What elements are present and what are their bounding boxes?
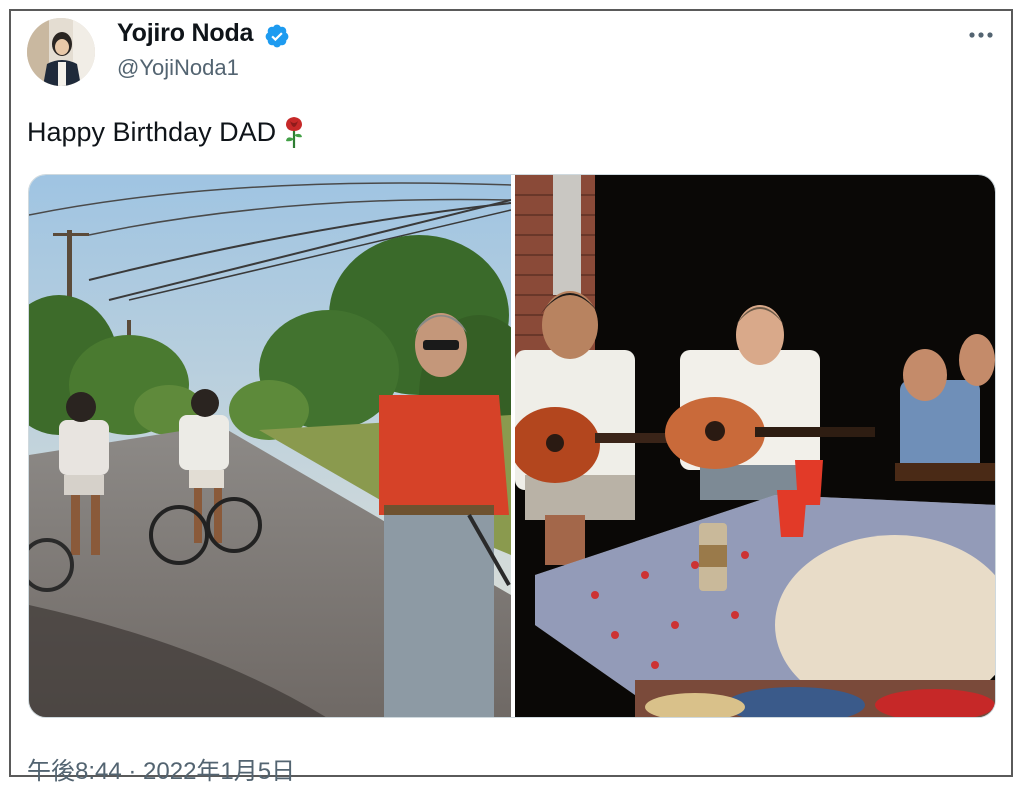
photo-guitar-party[interactable] — [515, 175, 995, 717]
tweet-text-content: Happy Birthday DAD — [27, 116, 277, 147]
more-options-icon[interactable] — [967, 21, 995, 49]
tweet-timestamp[interactable]: 午後8:44 · 2022年1月5日 — [27, 751, 295, 786]
photo-road-bicycles[interactable] — [29, 175, 511, 717]
rose-icon — [286, 117, 303, 148]
verified-badge-icon — [265, 24, 289, 48]
author-handle[interactable]: @YojiNoda1 — [117, 55, 239, 81]
tweet-text: Happy Birthday DAD — [27, 115, 306, 149]
media-grid — [28, 174, 996, 718]
author-display-name[interactable]: Yojiro Noda — [117, 19, 253, 48]
user-avatar-icon — [27, 18, 95, 86]
tweet-card: Yojiro Noda @YojiNoda1 Happy Birthday DA… — [9, 9, 1013, 785]
avatar[interactable] — [27, 18, 95, 86]
